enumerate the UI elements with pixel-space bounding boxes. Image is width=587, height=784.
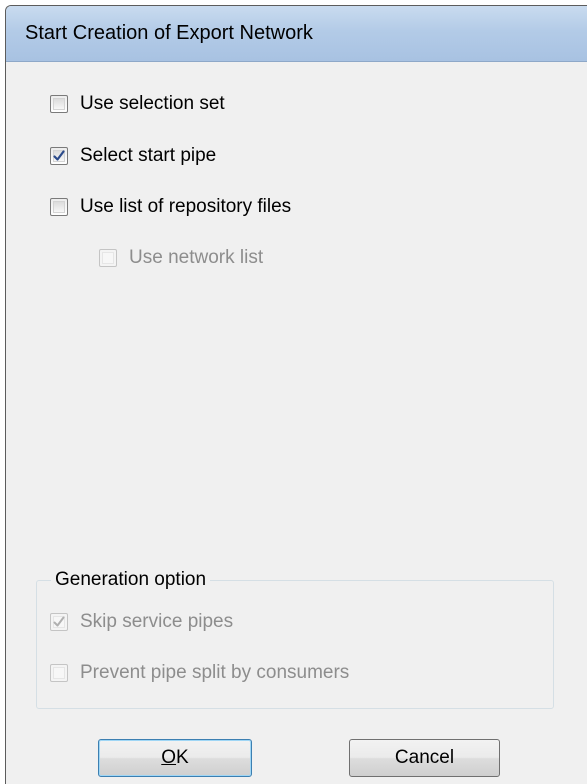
generation-option-group: Generation option Skip service pipes Pre… [36,569,554,709]
prevent-pipe-split-option[interactable]: Prevent pipe split by consumers [50,662,349,684]
title-bar[interactable]: Start Creation of Export Network [6,6,587,62]
use-selection-set-checkbox[interactable] [50,95,68,113]
skip-service-pipes-label[interactable]: Skip service pipes [80,611,233,633]
prevent-pipe-split-checkbox[interactable] [50,664,68,682]
skip-service-pipes-checkbox[interactable] [50,613,68,631]
dialog-title: Start Creation of Export Network [25,22,313,44]
use-network-list-checkbox[interactable] [99,249,117,267]
checkmark-icon [53,150,65,161]
use-network-list-option[interactable]: Use network list [99,247,263,269]
checkmark-icon [53,616,65,627]
ok-mnemonic: O [161,747,177,768]
use-selection-set-label[interactable]: Use selection set [80,93,225,115]
select-start-pipe-label[interactable]: Select start pipe [80,145,216,167]
prevent-pipe-split-label[interactable]: Prevent pipe split by consumers [80,662,349,684]
ok-button[interactable]: OK [98,739,252,777]
select-start-pipe-option[interactable]: Select start pipe [50,145,216,167]
cancel-button[interactable]: Cancel [349,739,500,777]
ok-label-rest: K [176,747,189,768]
select-start-pipe-checkbox[interactable] [50,147,68,165]
use-network-list-label[interactable]: Use network list [129,247,263,269]
use-list-repository-checkbox[interactable] [50,198,68,216]
dialog-window: Start Creation of Export Network Use sel… [5,5,587,784]
generation-option-title: Generation option [51,569,211,591]
use-list-repository-label[interactable]: Use list of repository files [80,196,291,218]
use-list-repository-option[interactable]: Use list of repository files [50,196,291,218]
use-selection-set-option[interactable]: Use selection set [50,93,225,115]
skip-service-pipes-option[interactable]: Skip service pipes [50,611,233,633]
